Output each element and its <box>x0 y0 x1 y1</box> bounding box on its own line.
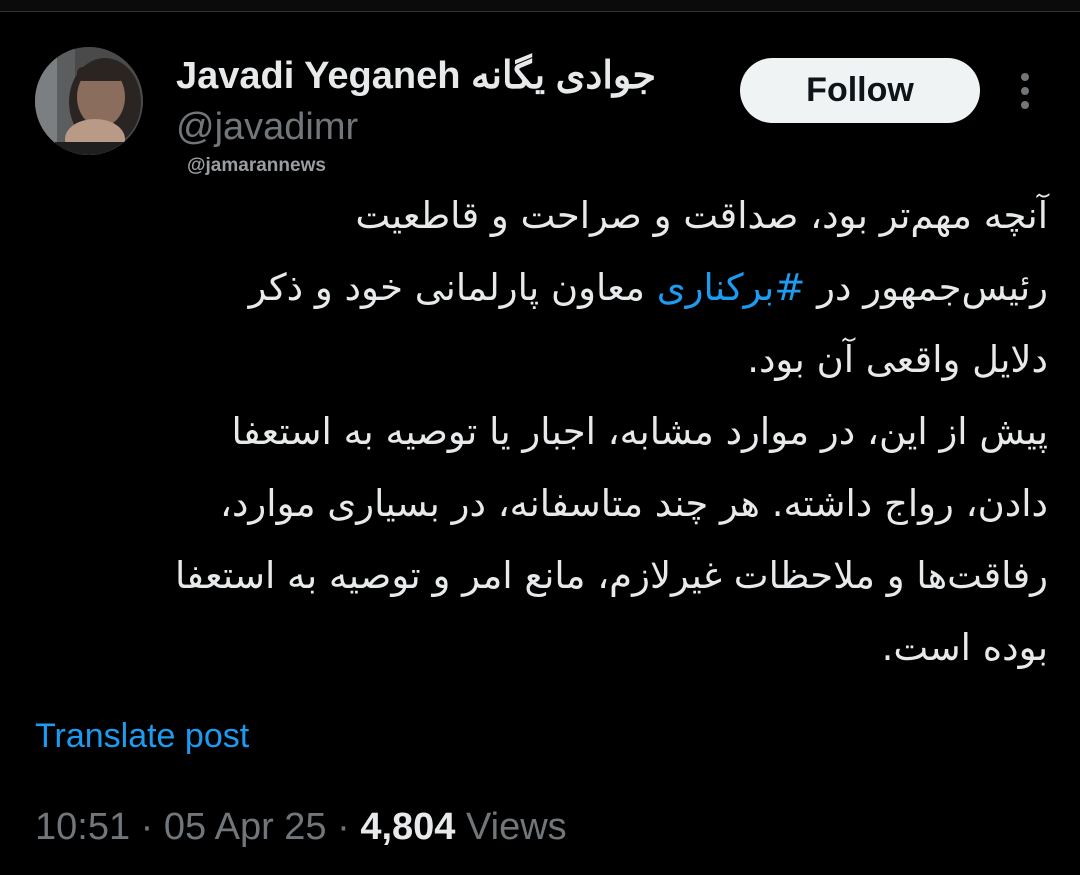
top-divider <box>0 0 1080 12</box>
post-meta: 10:51 · 05 Apr 25 · 4,804 Views <box>35 804 567 850</box>
more-dot <box>1021 87 1029 95</box>
tweet-line-part: رئیس‌جمهور در <box>805 266 1048 309</box>
tweet-line: رئیس‌جمهور در #برکناری معاون پارلمانی خو… <box>30 252 1048 324</box>
follow-button[interactable]: Follow <box>740 58 980 123</box>
watermark-tag: @jamarannews <box>187 155 326 176</box>
tweet-line: آنچه مهم‌تر بود، صداقت و صراحت و قاطعیت <box>355 194 1048 237</box>
tweet-line: دلایل واقعی آن بود. <box>747 338 1048 381</box>
meta-separator: · <box>140 806 154 848</box>
post-time[interactable]: 10:51 <box>35 806 130 848</box>
author-name-persian: جوادی یگانه <box>471 55 657 97</box>
profile-photo-icon <box>35 47 143 155</box>
post-date[interactable]: 05 Apr 25 <box>164 806 327 848</box>
views-count: 4,804 <box>360 806 456 848</box>
tweet-line: بوده است. <box>881 626 1048 669</box>
avatar[interactable] <box>35 47 143 155</box>
meta-separator: · <box>337 806 350 848</box>
more-dot <box>1021 101 1029 109</box>
tweet-line-part: معاون پارلمانی خود و ذکر <box>248 266 657 309</box>
views-label: Views <box>466 806 567 848</box>
more-dot <box>1021 73 1029 81</box>
author-display-name[interactable]: Javadi Yeganeh جوادی یگانه <box>176 52 656 100</box>
tweet-text: آنچه مهم‌تر بود، صداقت و صراحت و قاطعیت … <box>30 180 1048 684</box>
hashtag-link[interactable]: #برکناری <box>657 266 806 309</box>
tweet-line: رفاقت‌ها و ملاحظات غیرلازم، مانع امر و ت… <box>174 554 1048 597</box>
author-handle[interactable]: @javadimr <box>176 104 358 150</box>
translate-post-link[interactable]: Translate post <box>35 715 249 757</box>
author-name-latin: Javadi Yeganeh <box>176 55 461 97</box>
tweet-line: پیش از این، در موارد مشابه، اجبار یا توص… <box>231 410 1048 453</box>
tweet-line: دادن، رواج داشته. هر چند متاسفانه، در بس… <box>220 482 1048 525</box>
more-options-icon[interactable] <box>1010 70 1040 112</box>
